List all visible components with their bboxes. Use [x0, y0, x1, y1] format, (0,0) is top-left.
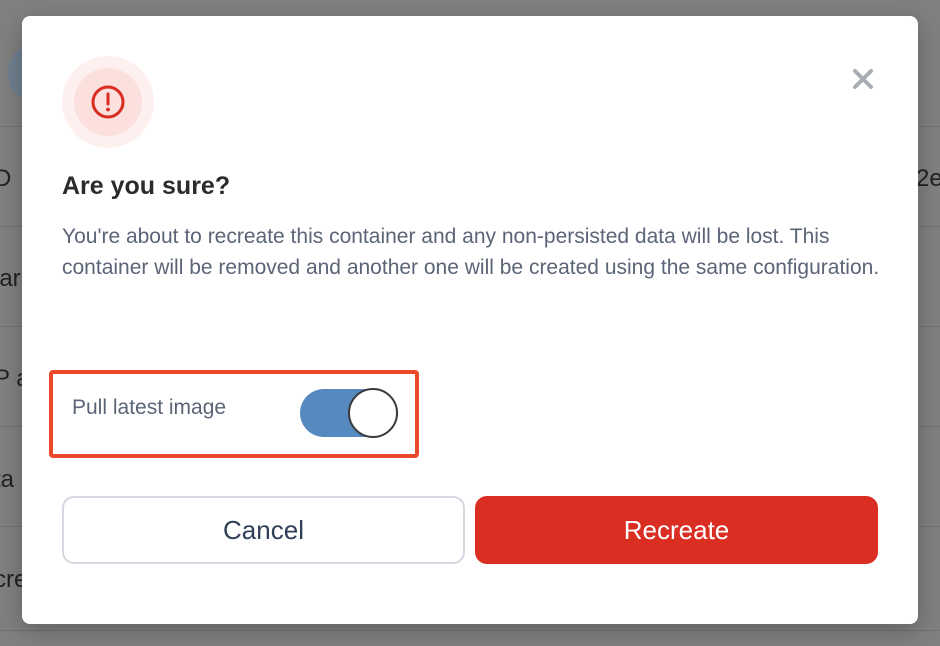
dialog-title: Are you sure?	[62, 172, 231, 200]
pull-image-label: Pull latest image	[72, 396, 227, 419]
background-text: D	[0, 165, 12, 192]
background-text: ta	[0, 466, 15, 493]
toggle-knob	[348, 388, 398, 438]
pull-image-toggle[interactable]	[300, 388, 398, 438]
background-text: lar	[0, 265, 21, 292]
close-button[interactable]	[848, 64, 878, 94]
background-text: 2e	[916, 165, 940, 192]
warning-icon	[91, 85, 125, 119]
cancel-button[interactable]: Cancel	[62, 496, 465, 564]
background-divider	[0, 630, 940, 631]
dialog-message: You're about to recreate this container …	[62, 225, 880, 279]
warning-icon-badge	[62, 56, 154, 148]
recreate-button[interactable]: Recreate	[475, 496, 878, 564]
confirm-dialog: Are you sure? You're about to recreate t…	[22, 16, 918, 624]
close-icon	[853, 69, 873, 89]
